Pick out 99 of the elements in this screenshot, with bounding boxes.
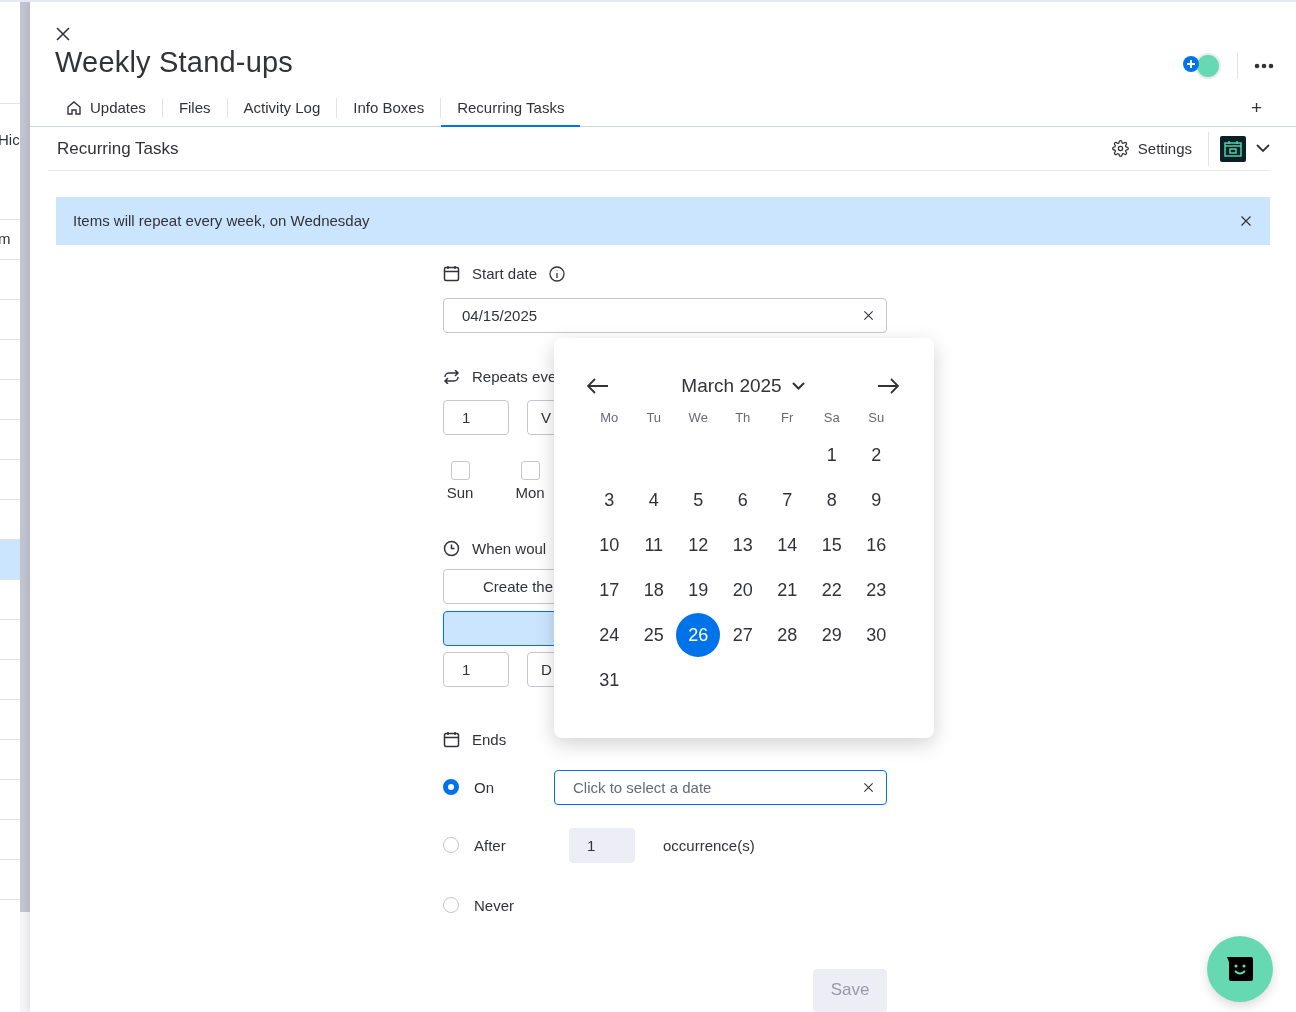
calendar-day[interactable]: 6 bbox=[720, 478, 765, 523]
home-icon bbox=[66, 99, 82, 116]
calendar-day[interactable]: 23 bbox=[854, 568, 899, 613]
tab[interactable]: Recurring Tasks bbox=[441, 90, 581, 128]
calendar-view-button[interactable] bbox=[1220, 135, 1246, 162]
calendar-day[interactable]: 21 bbox=[765, 568, 810, 613]
repeat-icon bbox=[443, 370, 460, 384]
calendar-day[interactable]: 9 bbox=[854, 478, 899, 523]
add-person-icon[interactable] bbox=[1183, 56, 1199, 72]
weekday-label: We bbox=[687, 409, 709, 428]
calendar-day[interactable]: 19 bbox=[676, 568, 721, 613]
calendar-day[interactable]: 25 bbox=[631, 613, 676, 658]
calendar-day[interactable]: 20 bbox=[720, 568, 765, 613]
calendar-day[interactable]: 7 bbox=[765, 478, 810, 523]
chevron-down-icon bbox=[791, 382, 805, 390]
tab[interactable]: Info Boxes bbox=[337, 90, 441, 128]
calendar-day[interactable]: 24 bbox=[587, 613, 632, 658]
end-date-field[interactable]: Click to select a date bbox=[554, 770, 887, 805]
calendar-day[interactable]: 26 bbox=[676, 613, 721, 658]
offset-field[interactable]: 1 bbox=[443, 652, 509, 687]
month-selector[interactable]: March 2025 bbox=[681, 375, 805, 397]
calendar-day[interactable]: 16 bbox=[854, 523, 899, 568]
day-checkbox[interactable] bbox=[520, 461, 540, 480]
weekday-label: Su bbox=[867, 409, 886, 428]
field-label: Ends bbox=[472, 731, 507, 749]
calendar-day[interactable]: 15 bbox=[809, 523, 854, 568]
settings-icon bbox=[1111, 140, 1129, 158]
smiley-chat-icon bbox=[1227, 957, 1253, 981]
clear-icon bbox=[863, 310, 874, 321]
start-date-field[interactable]: 04/15/2025 bbox=[443, 298, 887, 333]
weekday-label: Sa bbox=[822, 409, 841, 428]
radio-label: After bbox=[474, 837, 507, 854]
previous-month-button[interactable] bbox=[587, 378, 609, 394]
settings-button[interactable]: Settings bbox=[1111, 140, 1208, 158]
close-icon bbox=[55, 26, 71, 42]
calendar-day[interactable]: 5 bbox=[676, 478, 721, 523]
clock-icon bbox=[443, 540, 460, 558]
weekday-label: Th bbox=[734, 409, 752, 428]
radio-button[interactable] bbox=[443, 897, 459, 914]
arrow-right-icon bbox=[877, 378, 899, 394]
calendar-day[interactable]: 17 bbox=[587, 568, 632, 613]
calendar-day[interactable]: 8 bbox=[809, 478, 854, 523]
calendar-icon bbox=[1224, 140, 1242, 157]
info-icon bbox=[549, 266, 566, 282]
banner-text: Items will repeat every week, on Wednesday bbox=[73, 212, 370, 230]
calendar-day[interactable]: 30 bbox=[854, 613, 899, 658]
occurrence-field[interactable]: 1 bbox=[569, 828, 635, 863]
weekday-label: Tu bbox=[645, 409, 663, 428]
chevron-down-icon bbox=[1256, 144, 1270, 154]
calendar-day[interactable]: 14 bbox=[765, 523, 810, 568]
calendar-day[interactable]: 12 bbox=[676, 523, 721, 568]
radio-label: Never bbox=[474, 897, 515, 914]
calendar-day[interactable]: 3 bbox=[587, 478, 632, 523]
arrow-left-icon bbox=[587, 378, 609, 394]
close-banner-button[interactable] bbox=[1240, 214, 1252, 227]
calendar-day[interactable]: 11 bbox=[631, 523, 676, 568]
calendar-day[interactable]: 29 bbox=[809, 613, 854, 658]
avatar[interactable] bbox=[1195, 53, 1221, 79]
calendar-day[interactable]: 4 bbox=[631, 478, 676, 523]
radio-button[interactable] bbox=[443, 837, 459, 854]
calendar-day[interactable]: 27 bbox=[720, 613, 765, 658]
tab[interactable]: Activity Log bbox=[227, 90, 337, 128]
calendar-icon bbox=[443, 731, 460, 749]
scrollbar-thumb[interactable] bbox=[20, 2, 30, 912]
clear-icon bbox=[863, 782, 874, 793]
tab[interactable]: Updates bbox=[50, 90, 162, 128]
calendar-day[interactable]: 22 bbox=[809, 568, 854, 613]
day-label: Mon bbox=[515, 484, 545, 501]
calendar-icon bbox=[443, 265, 460, 283]
calendar-day[interactable]: 2 bbox=[854, 433, 899, 478]
radio-button[interactable] bbox=[443, 779, 459, 796]
occurrence-label: occurrence(s) bbox=[663, 837, 755, 854]
interval-field[interactable]: 1 bbox=[443, 400, 509, 435]
field-label: Start date bbox=[472, 265, 538, 283]
board-row-text: Hic bbox=[0, 131, 20, 148]
add-tab-button[interactable]: + bbox=[1250, 97, 1262, 120]
panel-title: Weekly Stand-ups bbox=[55, 46, 293, 79]
more-options-button[interactable] bbox=[1254, 63, 1274, 69]
calendar-day[interactable]: 1 bbox=[809, 433, 854, 478]
radio-label: On bbox=[474, 779, 495, 796]
more-options-icon bbox=[1254, 63, 1274, 69]
calendar-day[interactable]: 18 bbox=[631, 568, 676, 613]
weekday-label: Fr bbox=[780, 409, 795, 428]
section-title: Recurring Tasks bbox=[57, 138, 179, 159]
day-checkbox[interactable] bbox=[450, 461, 470, 480]
chat-button[interactable] bbox=[1207, 936, 1273, 1002]
tab[interactable]: Files bbox=[162, 90, 227, 128]
calendar-day[interactable]: 31 bbox=[587, 658, 632, 703]
board-row[interactable] bbox=[0, 539, 20, 579]
field-label: When woul bbox=[472, 540, 547, 558]
weekday-label: Mo bbox=[599, 409, 620, 428]
next-month-button[interactable] bbox=[877, 378, 899, 394]
calendar-day[interactable]: 13 bbox=[720, 523, 765, 568]
close-icon bbox=[1240, 214, 1252, 227]
day-label: Sun bbox=[446, 484, 474, 501]
close-button[interactable] bbox=[55, 26, 71, 42]
calendar-day[interactable]: 10 bbox=[587, 523, 632, 568]
dropdown-button[interactable] bbox=[1256, 144, 1270, 154]
calendar-day[interactable]: 28 bbox=[765, 613, 810, 658]
